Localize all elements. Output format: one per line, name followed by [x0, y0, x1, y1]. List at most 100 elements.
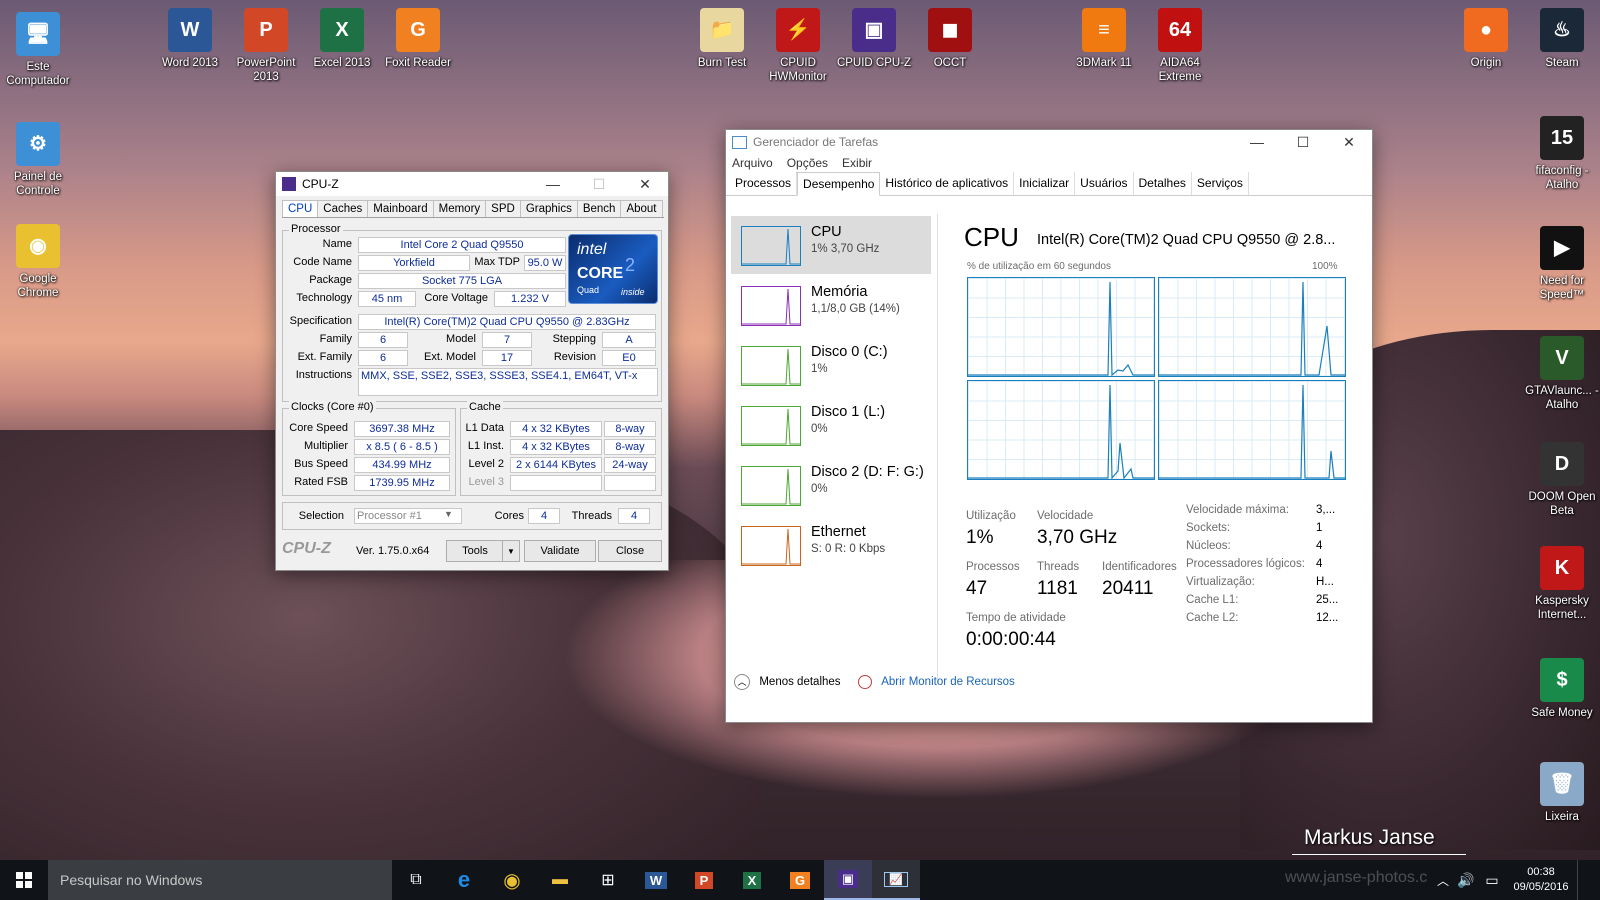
desktop-icon-hwmonitor[interactable]: ⚡ CPUID HWMonitor	[760, 8, 836, 84]
desktop-icon-label: Need for Speed™	[1539, 275, 1585, 301]
close-cpuz-button[interactable]: Close	[598, 540, 662, 562]
threads-value: 4	[618, 508, 650, 524]
desktop-icon-word[interactable]: W Word 2013	[152, 8, 228, 70]
search-box[interactable]: Pesquisar no Windows	[48, 860, 392, 900]
desktop-icon-label: fifaconfig - Atalho	[1535, 165, 1589, 191]
task-manager-window[interactable]: Gerenciador de Tarefas — ☐ ✕ Arquivo Opç…	[725, 129, 1373, 723]
close-button[interactable]: ✕	[622, 176, 668, 193]
model-label: Model	[446, 333, 476, 345]
computer-icon: 🖥	[16, 12, 60, 56]
menu-arquivo[interactable]: Arquivo	[732, 156, 773, 170]
cpu-core-1-graph	[1158, 277, 1346, 377]
notification-icon[interactable]	[1577, 860, 1600, 900]
excel-icon[interactable]: X	[728, 860, 776, 900]
resource-item-2[interactable]: Disco 0 (C:) 1%	[731, 336, 931, 394]
tab-cpu[interactable]: CPU	[282, 200, 319, 217]
minimize-button[interactable]: —	[530, 176, 576, 193]
open-resource-monitor-link[interactable]: Abrir Monitor de Recursos	[881, 676, 1015, 688]
desktop-icon-aida64[interactable]: 64 AIDA64 Extreme	[1142, 8, 1218, 84]
desktop-icon-steam[interactable]: ♨ Steam	[1524, 8, 1600, 70]
minimize-button[interactable]: —	[1234, 134, 1280, 151]
l1data-ways: 8-way	[604, 421, 656, 437]
foxit-icon[interactable]: G	[776, 860, 824, 900]
desktop-icon-label: Safe Money	[1531, 707, 1593, 719]
cpuz-titlebar[interactable]: CPU-Z — ☐ ✕	[276, 172, 668, 196]
tab-spd[interactable]: SPD	[485, 200, 521, 217]
desktop-icon-3dmark[interactable]: ≡ 3DMark 11	[1066, 8, 1142, 70]
desktop-icon-gta[interactable]: V GTAVlaunc... - Atalho	[1524, 336, 1600, 412]
chevron-down-icon[interactable]: ▼	[444, 509, 453, 519]
tools-dropdown-button[interactable]: ▼	[502, 540, 520, 562]
tab-detalhes[interactable]: Detalhes	[1134, 172, 1192, 195]
tab-memory[interactable]: Memory	[432, 200, 487, 217]
resource-item-3[interactable]: Disco 1 (L:) 0%	[731, 396, 931, 454]
desktop-icon-folder[interactable]: 📁 Burn Test	[684, 8, 760, 70]
resource-item-0[interactable]: CPU 1% 3,70 GHz	[731, 216, 931, 274]
maximize-button[interactable]: ☐	[576, 176, 622, 193]
desktop-icon-fifa[interactable]: 15 fifaconfig - Atalho	[1524, 116, 1600, 192]
nfs-icon: ▶	[1540, 226, 1584, 270]
cpuz-brand: CPU-Z	[282, 540, 331, 557]
tab-about[interactable]: About	[620, 200, 663, 217]
clock[interactable]: 00:38 09/05/2016	[1505, 865, 1577, 895]
start-button[interactable]	[0, 860, 48, 900]
menu-opcoes[interactable]: Opções	[787, 156, 828, 170]
desktop-icon-nfs[interactable]: ▶ Need for Speed™	[1524, 226, 1600, 302]
maximize-button[interactable]: ☐	[1280, 134, 1326, 151]
less-details-link[interactable]: Menos detalhes	[759, 676, 840, 688]
resource-item-5[interactable]: Ethernet S: 0 R: 0 Kbps	[731, 516, 931, 574]
menu-exibir[interactable]: Exibir	[842, 156, 872, 170]
desktop-icon-recycle-bin[interactable]: 🗑 Lixeira	[1524, 762, 1600, 824]
desktop-icon-foxit[interactable]: G Foxit Reader	[380, 8, 456, 70]
tm-menu-bar: Arquivo Opções Exibir	[726, 154, 1372, 172]
desktop-icon-occt[interactable]: ◼ OCCT	[912, 8, 988, 70]
cpuz-taskbar-icon[interactable]: ▣	[824, 860, 872, 900]
tab-usuarios[interactable]: Usuários	[1075, 172, 1134, 195]
task-manager-taskbar-icon[interactable]: 📈	[872, 860, 920, 900]
task-view-icon[interactable]: ⧉	[392, 860, 440, 900]
tools-button[interactable]: Tools	[446, 540, 504, 562]
desktop-icon-safe-money[interactable]: $ Safe Money	[1524, 658, 1600, 720]
resource-item-1[interactable]: Memória 1,1/8,0 GB (14%)	[731, 276, 931, 334]
tab-graphics[interactable]: Graphics	[519, 200, 578, 217]
file-explorer-icon[interactable]: ▬	[536, 860, 584, 900]
cpuz-window[interactable]: CPU-Z — ☐ ✕ CPU Caches Mainboard Memory …	[275, 171, 669, 571]
speed-label: Velocidade	[1037, 510, 1094, 522]
desktop-icon-cpuz[interactable]: ▣ CPUID CPU-Z	[836, 8, 912, 70]
volume-icon[interactable]: 🔊	[1453, 860, 1479, 900]
tab-historico[interactable]: Histórico de aplicativos	[880, 172, 1015, 195]
desktop-icon-excel[interactable]: X Excel 2013	[304, 8, 380, 70]
desktop-icon-control-panel[interactable]: ⚙ Painel de Controle	[0, 122, 76, 198]
store-icon[interactable]: ⊞	[584, 860, 632, 900]
resource-item-4[interactable]: Disco 2 (D: F: G:) 0%	[731, 456, 931, 514]
desktop-icon-powerpoint[interactable]: P PowerPoint 2013	[228, 8, 304, 84]
edge-icon[interactable]: e	[440, 860, 488, 900]
chrome-icon[interactable]: ◉	[488, 860, 536, 900]
chevron-up-icon[interactable]: ︿	[734, 674, 750, 690]
windows-logo-icon	[16, 872, 32, 888]
word-icon[interactable]: W	[632, 860, 680, 900]
tab-servicos[interactable]: Serviços	[1192, 172, 1249, 195]
chevron-up-icon[interactable]: ︿	[1433, 860, 1453, 900]
cpuz-glyph: ▣	[837, 870, 859, 888]
close-button[interactable]: ✕	[1326, 134, 1372, 151]
tab-caches[interactable]: Caches	[317, 200, 369, 217]
resource-sparkline	[742, 528, 800, 565]
desktop-icon-kaspersky[interactable]: K Kaspersky Internet...	[1524, 546, 1600, 622]
chevron-down-icon: ▼	[507, 547, 515, 556]
tab-inicializar[interactable]: Inicializar	[1014, 172, 1076, 195]
powerpoint-icon[interactable]: P	[680, 860, 728, 900]
corespeed-label: Core Speed	[289, 422, 348, 434]
desktop-icon-chrome[interactable]: ◉ Google Chrome	[0, 224, 76, 300]
extmodel-value: 17	[482, 350, 532, 366]
desktop-icon-origin[interactable]: ● Origin	[1448, 8, 1524, 70]
desktop-icon-computer[interactable]: 🖥 Este Computador	[0, 12, 76, 88]
tab-bench[interactable]: Bench	[576, 200, 622, 217]
desktop-icon-doom[interactable]: D DOOM Open Beta	[1524, 442, 1600, 518]
network-icon[interactable]: ▭	[1479, 860, 1505, 900]
tm-titlebar[interactable]: Gerenciador de Tarefas — ☐ ✕	[726, 130, 1372, 154]
tab-processos[interactable]: Processos	[730, 172, 798, 195]
tab-mainboard[interactable]: Mainboard	[367, 200, 434, 217]
tab-desempenho[interactable]: Desempenho	[797, 172, 881, 196]
validate-button[interactable]: Validate	[524, 540, 596, 562]
